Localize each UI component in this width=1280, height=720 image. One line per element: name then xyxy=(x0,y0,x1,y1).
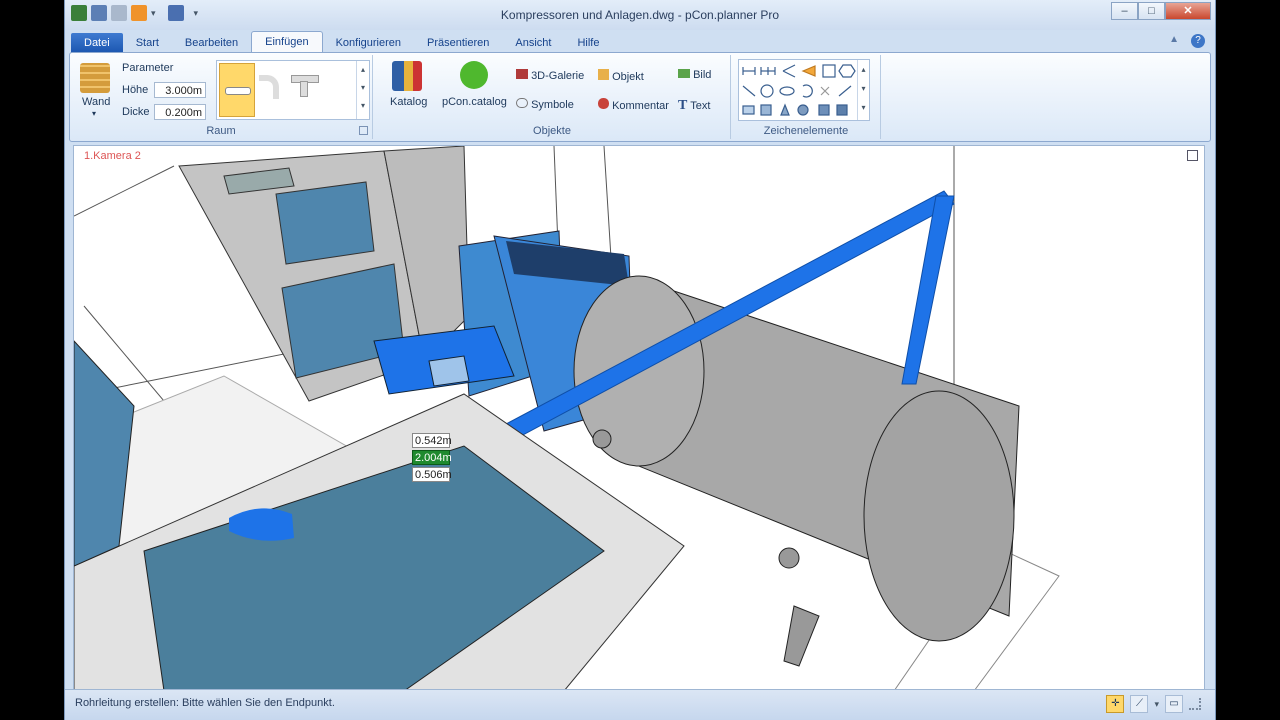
measurement-3: 0.506m xyxy=(412,467,452,482)
measurement-2[interactable]: 2.004m xyxy=(412,450,452,465)
pin-icon xyxy=(598,98,609,109)
text-button[interactable]: T Text xyxy=(678,98,710,114)
objekte-group-label: Objekte xyxy=(533,125,571,137)
tab-einfuegen[interactable]: Einfügen xyxy=(251,31,323,53)
collapse-ribbon-icon[interactable]: ▲ xyxy=(1169,34,1179,48)
galerie-button[interactable]: 3D-Galerie xyxy=(516,69,584,82)
pipe-straight-icon[interactable] xyxy=(219,63,255,117)
app-window: ▾ ▾ Kompressoren und Anlagen.dwg - pCon.… xyxy=(64,0,1216,720)
book-catalog-icon[interactable] xyxy=(392,61,422,91)
hoehe-label: Höhe xyxy=(122,84,149,96)
ribbon: Wand ▾ Parameter Höhe 3.000m Dicke 0.200… xyxy=(69,52,1211,142)
title-bar: ▾ ▾ Kompressoren und Anlagen.dwg - pCon.… xyxy=(65,0,1215,30)
pcon-catalog-button[interactable]: pCon.catalog xyxy=(442,96,507,108)
image-icon xyxy=(678,69,690,78)
pipe-gallery: ▴ ▾ ▾ xyxy=(216,60,370,120)
parameter-label: Parameter xyxy=(122,62,174,74)
close-button[interactable]: ✕ xyxy=(1165,2,1211,20)
dicke-label: Dicke xyxy=(122,106,150,118)
drawing-tool-icons[interactable] xyxy=(739,60,857,120)
layer-icon[interactable]: ▭ xyxy=(1165,695,1183,713)
ribbon-help: ▲ ? xyxy=(1169,34,1205,48)
text-icon: T xyxy=(678,98,688,113)
view-restore-icon[interactable] xyxy=(1187,150,1198,161)
objekt-button[interactable]: Objekt xyxy=(598,69,644,83)
symbole-button[interactable]: Symbole xyxy=(516,98,574,111)
wand-dropdown-icon[interactable]: ▾ xyxy=(92,109,96,118)
status-bar: Rohrleitung erstellen: Bitte wählen Sie … xyxy=(65,689,1215,720)
status-tools: ✛ ⟋ ▾ ▭ xyxy=(1106,695,1201,713)
zeichenelemente-group-label: Zeichenelemente xyxy=(763,125,849,137)
drawing-gallery-scroll[interactable]: ▴ ▾ ▾ xyxy=(857,60,869,120)
ribbon-tabs: Datei Start Bearbeiten Einfügen Konfigur… xyxy=(71,31,612,53)
gallery-scroll[interactable]: ▴ ▾ ▾ xyxy=(356,61,369,119)
window-title: Kompressoren und Anlagen.dwg - pCon.plan… xyxy=(500,8,780,22)
maximize-button[interactable]: □ xyxy=(1138,2,1165,20)
tab-bearbeiten[interactable]: Bearbeiten xyxy=(172,33,251,53)
measurement-1: 0.542m xyxy=(412,433,452,448)
scene-canvas[interactable] xyxy=(74,146,1204,691)
pipe-elbow-icon[interactable] xyxy=(259,75,279,99)
group-objekte: Katalog pCon.catalog 3D-Galerie Symbole … xyxy=(374,55,731,139)
pipe-tee-icon[interactable] xyxy=(291,75,319,97)
group-zeichenelemente: ▴ ▾ ▾ Zeichenelemente xyxy=(732,55,881,139)
symbols-icon xyxy=(516,98,528,108)
dicke-field[interactable]: 0.200m xyxy=(154,104,206,120)
measure-icon[interactable]: ⟋ xyxy=(1130,695,1149,713)
object-icon xyxy=(598,69,609,80)
3d-viewport[interactable]: 1.Kamera 2 0.542m 2.004m 0.506m xyxy=(73,145,1205,692)
resize-grip-icon[interactable] xyxy=(1189,698,1201,710)
help-icon[interactable]: ? xyxy=(1191,34,1205,48)
tab-praesentieren[interactable]: Präsentieren xyxy=(414,33,502,53)
dialog-launcher-icon[interactable] xyxy=(359,126,368,135)
pcon-catalog-icon[interactable] xyxy=(460,61,488,89)
wand-button-label[interactable]: Wand xyxy=(82,96,110,108)
camera-label: 1.Kamera 2 xyxy=(84,150,141,162)
wall-icon[interactable] xyxy=(80,63,110,93)
bild-button[interactable]: Bild xyxy=(678,69,711,81)
tab-ansicht[interactable]: Ansicht xyxy=(502,33,564,53)
tab-hilfe[interactable]: Hilfe xyxy=(564,33,612,53)
drawing-tools-gallery: ▴ ▾ ▾ xyxy=(738,59,870,121)
kommentar-button[interactable]: Kommentar xyxy=(598,98,669,112)
minimize-button[interactable]: – xyxy=(1111,2,1138,20)
tab-start[interactable]: Start xyxy=(123,33,172,53)
snap-icon[interactable]: ✛ xyxy=(1106,695,1125,713)
window-controls: – □ ✕ xyxy=(1111,2,1211,20)
katalog-button[interactable]: Katalog xyxy=(390,96,427,108)
chevron-down-icon[interactable]: ▾ xyxy=(1154,699,1159,710)
status-message: Rohrleitung erstellen: Bitte wählen Sie … xyxy=(75,697,335,709)
group-raum: Wand ▾ Parameter Höhe 3.000m Dicke 0.200… xyxy=(70,55,373,139)
tab-konfigurieren[interactable]: Konfigurieren xyxy=(323,33,414,53)
hoehe-field[interactable]: 3.000m xyxy=(154,82,206,98)
gallery-icon xyxy=(516,69,528,79)
tab-datei[interactable]: Datei xyxy=(71,33,123,53)
raum-group-label: Raum xyxy=(206,125,236,137)
air-tank[interactable] xyxy=(573,275,1020,667)
